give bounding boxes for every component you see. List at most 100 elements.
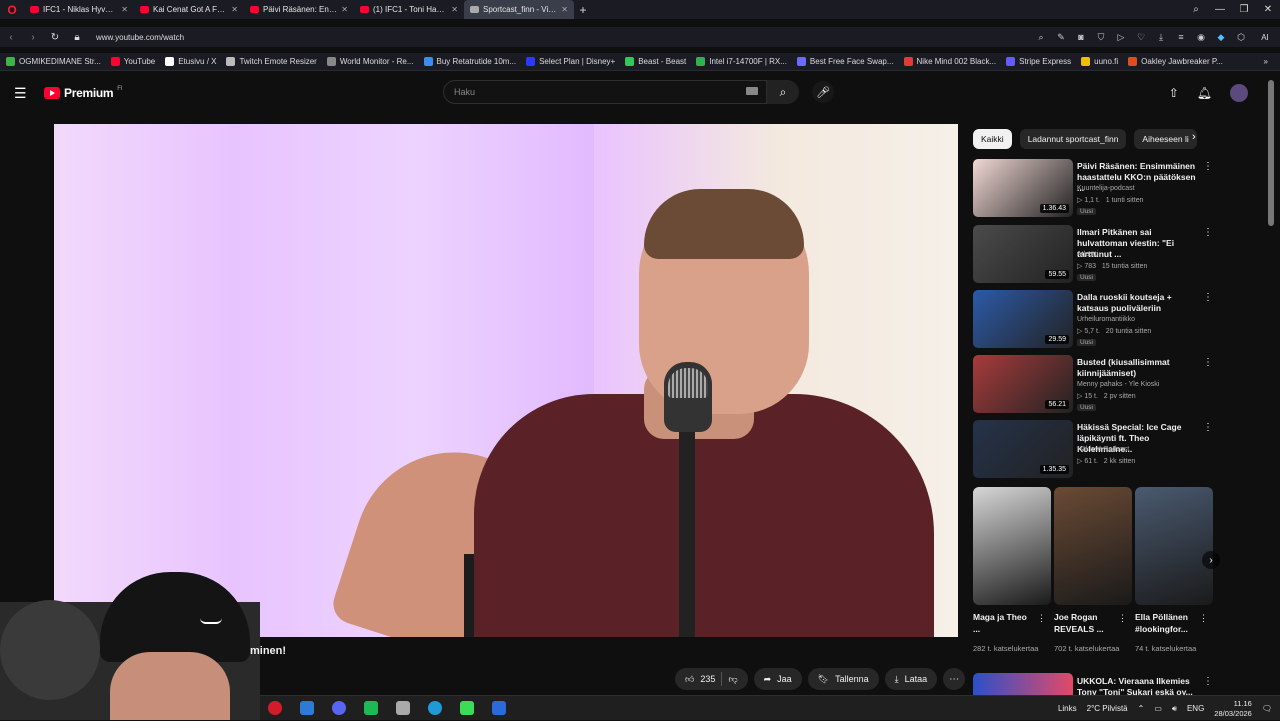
more-options-icon[interactable]: ⋮ bbox=[1203, 422, 1213, 433]
chip-related[interactable]: Aiheeseen li bbox=[1134, 129, 1197, 149]
extension-icon[interactable]: ◆ bbox=[1214, 32, 1228, 43]
video-thumbnail[interactable]: 29.59 bbox=[973, 290, 1073, 348]
profile-icon[interactable]: ◉ bbox=[1194, 32, 1208, 43]
discord-icon[interactable] bbox=[332, 701, 346, 715]
opera-icon[interactable] bbox=[268, 701, 282, 715]
close-tab-icon[interactable]: ✕ bbox=[561, 5, 568, 14]
reload-button[interactable]: ↻ bbox=[44, 32, 66, 43]
browser-tab-active[interactable]: Sportcast_finn - Viers ✕ bbox=[464, 0, 574, 19]
video-player[interactable] bbox=[54, 124, 958, 637]
more-options-icon[interactable]: ⋮ bbox=[1199, 613, 1208, 624]
short-title[interactable]: Maga ja Theo ... bbox=[973, 611, 1035, 635]
youtube-premium-logo[interactable]: Premium FI bbox=[44, 86, 123, 100]
short-item[interactable]: Ella Pöllänen #lookingfor... 74 t. katse… bbox=[1135, 487, 1213, 667]
back-button[interactable]: ‹ bbox=[0, 32, 22, 43]
save-button[interactable]: 🔖︎ Tallenna bbox=[807, 668, 879, 690]
channel-name[interactable]: Atleetti bbox=[1077, 251, 1098, 258]
more-options-icon[interactable]: ⋮ bbox=[1203, 292, 1213, 303]
bookmark-item[interactable]: Intel i7-14700F | RX... bbox=[696, 57, 787, 66]
recommendation-item[interactable]: 1.36.43 Päivi Räsänen: Ensimmäinen haasta… bbox=[973, 159, 1218, 217]
short-thumbnail[interactable] bbox=[1135, 487, 1213, 605]
close-tab-icon[interactable]: ✕ bbox=[121, 5, 128, 14]
voice-search-button[interactable]: 🎤︎ bbox=[812, 81, 834, 103]
edge-icon[interactable] bbox=[428, 701, 442, 715]
steam-icon[interactable] bbox=[492, 701, 506, 715]
more-options-icon[interactable]: ⋮ bbox=[1203, 357, 1213, 368]
share-button[interactable]: ➦ Jaa bbox=[753, 668, 802, 690]
recommendation-item[interactable]: 1.35.35 Häkissä Special: Ice Cage läpikäy… bbox=[973, 420, 1218, 478]
search-tabs-icon[interactable]: ⌕ bbox=[1184, 4, 1208, 15]
bookmark-item[interactable]: uuno.fi bbox=[1081, 57, 1118, 66]
bookmark-item[interactable]: Nike Mind 002 Black... bbox=[903, 57, 996, 66]
camera-icon[interactable]: ◙ bbox=[1074, 32, 1088, 42]
like-button[interactable]: 👍︎ bbox=[685, 674, 694, 685]
menu-icon[interactable]: ≡ bbox=[1174, 32, 1188, 42]
notification-center-icon[interactable]: 🗨︎ bbox=[1262, 704, 1272, 713]
chip-all[interactable]: Kaikki bbox=[973, 129, 1012, 149]
upload-icon[interactable]: ⇧ bbox=[1169, 86, 1179, 100]
shield-icon[interactable] bbox=[396, 701, 410, 715]
video-thumbnail[interactable]: 1.36.43 bbox=[973, 159, 1073, 217]
download-button[interactable]: ⤓ Lataa bbox=[884, 668, 938, 690]
bookmark-item[interactable]: Best Free Face Swap... bbox=[796, 57, 894, 66]
opera-logo-icon[interactable]: O bbox=[0, 0, 24, 19]
new-tab-button[interactable]: + bbox=[574, 3, 592, 17]
bookmarks-overflow-icon[interactable]: » bbox=[1264, 57, 1268, 66]
bookmark-item[interactable]: Beast - Beast bbox=[625, 57, 686, 66]
browser-tab[interactable]: Päivi Räsänen: Ensimmäin ✕ bbox=[244, 0, 354, 19]
bookmark-item[interactable]: World Monitor - Re... bbox=[326, 57, 414, 66]
volume-icon[interactable]: 🔊︎ bbox=[1172, 704, 1177, 714]
chip-uploaded[interactable]: Ladannut sportcast_finn bbox=[1019, 129, 1127, 149]
browser-tab[interactable]: (1) IFC1 - Toni Hakala vs. ✕ bbox=[354, 0, 464, 19]
channel-name[interactable]: Urheiluromantiikko bbox=[1077, 316, 1135, 323]
url-field[interactable]: www.youtube.com/watch bbox=[96, 33, 184, 42]
shield-icon[interactable]: ⛉ bbox=[1094, 32, 1108, 43]
lock-icon[interactable]: 🔒︎ bbox=[66, 32, 88, 43]
app-icon[interactable] bbox=[460, 701, 474, 715]
short-title[interactable]: Joe Rogan REVEALS ... bbox=[1054, 611, 1116, 635]
account-avatar[interactable] bbox=[1230, 84, 1248, 102]
ai-button[interactable]: AI bbox=[1254, 33, 1276, 42]
short-item[interactable]: Maga ja Theo ... 282 t. katselukertaa ⋮ bbox=[973, 487, 1051, 667]
bookmark-item[interactable]: Buy Retatrutide 10m... bbox=[423, 57, 516, 66]
video-thumbnail[interactable]: 1.35.35 bbox=[973, 420, 1073, 478]
network-icon[interactable]: ▭ bbox=[1154, 704, 1162, 713]
forward-button[interactable]: › bbox=[22, 32, 44, 43]
short-thumbnail[interactable] bbox=[1054, 487, 1132, 605]
bookmark-item[interactable]: Select Plan | Disney+ bbox=[526, 57, 615, 66]
more-actions-button[interactable]: ⋯ bbox=[943, 668, 966, 690]
recommendation-item[interactable]: 56.21 Busted (kiusallisimmat kiinnijäämis… bbox=[973, 355, 1218, 413]
video-title[interactable]: Busted (kiusallisimmat kiinnijäämiset) bbox=[1077, 357, 1201, 379]
recommendation-item[interactable]: 59.55 Ilmari Pitkänen sai hulvattoman vie… bbox=[973, 225, 1218, 283]
clock[interactable]: 11.16 28/03/2026 bbox=[1214, 699, 1252, 719]
language-indicator[interactable]: ENG bbox=[1187, 704, 1204, 713]
search-button[interactable]: ⌕ bbox=[767, 80, 799, 104]
search-icon[interactable]: ⌕ bbox=[1034, 32, 1048, 43]
recommendation-item[interactable]: 29.59 Dalla ruoskii koutseja + katsaus pu… bbox=[973, 290, 1218, 348]
short-item[interactable]: Joe Rogan REVEALS ... 702 t. katselukert… bbox=[1054, 487, 1132, 667]
weather-widget[interactable]: 2°C Pilvistä bbox=[1087, 704, 1128, 713]
short-thumbnail[interactable] bbox=[973, 487, 1051, 605]
chevron-right-icon[interactable]: › bbox=[1192, 131, 1196, 143]
more-options-icon[interactable]: ⋮ bbox=[1203, 227, 1213, 238]
video-title[interactable]: Dalla ruoskii koutseja + katsaus puolivä… bbox=[1077, 292, 1201, 314]
search-input[interactable]: Haku bbox=[443, 80, 767, 104]
bookmark-item[interactable]: OGMIKEDIMANE Str... bbox=[6, 57, 101, 66]
close-tab-icon[interactable]: ✕ bbox=[451, 5, 458, 14]
maximize-button[interactable]: ❐ bbox=[1232, 4, 1256, 15]
channel-name[interactable]: Menny pahaks - Yle Kioski bbox=[1077, 381, 1159, 388]
bookmark-item[interactable]: Stripe Express bbox=[1006, 57, 1071, 66]
dislike-button[interactable]: 👎︎ bbox=[728, 674, 737, 685]
minimize-button[interactable]: — bbox=[1208, 4, 1232, 15]
close-window-button[interactable]: ✕ bbox=[1256, 4, 1280, 15]
browser-tab[interactable]: Kai Cenat Got A FOREHEA ✕ bbox=[134, 0, 244, 19]
heart-icon[interactable]: ♡ bbox=[1134, 32, 1148, 43]
bookmark-item[interactable]: Etusivu / X bbox=[165, 57, 216, 66]
bookmark-item[interactable]: Oakley Jawbreaker P... bbox=[1128, 57, 1223, 66]
browser-tab[interactable]: IFC1 - Niklas Hyvärinen vs ✕ bbox=[24, 0, 134, 19]
video-thumbnail[interactable]: 59.55 bbox=[973, 225, 1073, 283]
keyboard-icon[interactable] bbox=[746, 87, 758, 95]
page-scrollbar[interactable] bbox=[1268, 80, 1274, 226]
shorts-next-button[interactable]: › bbox=[1202, 551, 1220, 569]
more-options-icon[interactable]: ⋮ bbox=[1203, 676, 1213, 687]
